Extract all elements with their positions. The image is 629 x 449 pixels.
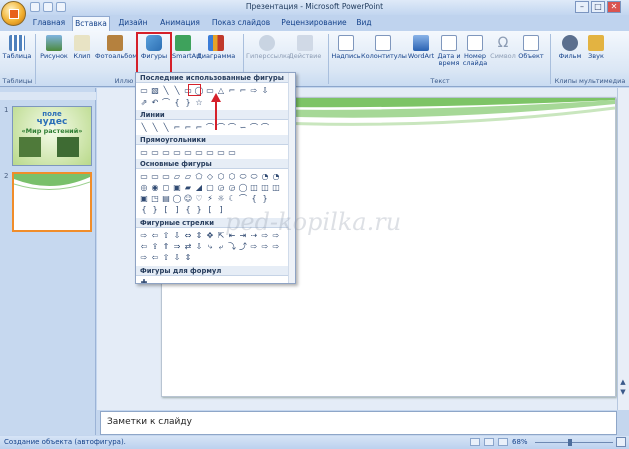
thumb-wave [13, 174, 91, 191]
wordart-button[interactable]: WordArt [405, 34, 437, 80]
group-label-media: Клипы мультимедиа [554, 77, 626, 85]
gallery-scrollbar[interactable] [288, 73, 295, 283]
zoom-level[interactable]: 68% [512, 438, 528, 446]
title-bar: Презентация - Microsoft PowerPoint – □ ✕ [0, 0, 629, 15]
shape-row[interactable]: ▭ ▧ ╲ ╲ ▭ ◯ ▭ △ ⌐ ⌐ ⇨ ⇩ [139, 86, 271, 95]
notes-field[interactable]: Заметки к слайду [100, 411, 617, 435]
clipart-icon [74, 35, 90, 51]
object-icon [523, 35, 539, 51]
group-label-tables: Таблицы [2, 77, 33, 85]
shape-row[interactable]: ⇗ ↶ ⌒{} ☆ [139, 98, 205, 107]
group-label-illustrations: Иллю [114, 77, 134, 85]
sound-button[interactable]: Звук [584, 34, 608, 80]
shapes-icon [146, 35, 162, 51]
smartart-icon [175, 35, 191, 51]
clipart-button[interactable]: Клип [70, 34, 94, 80]
movie-button[interactable]: Фильм [556, 34, 584, 80]
slide-number-icon [467, 35, 483, 51]
photo-album-icon [107, 35, 123, 51]
undo-quick-icon[interactable] [43, 2, 53, 12]
status-bar: Создание объекта (автофигура). 68% [0, 436, 629, 449]
shape-row[interactable]: ▭ ▭ ▭ ▱ ▱ ⬠ ◇ ⬡ ⬡ ⬭ ⬭ ◔ ◔ [139, 172, 282, 181]
tab-slideshow[interactable]: Показ слайдов [210, 16, 272, 31]
film-icon [562, 35, 578, 51]
table-button[interactable]: Таблица [2, 34, 32, 80]
tab-home[interactable]: Главная [30, 16, 68, 31]
slide-number: 1 [4, 106, 9, 114]
thumb-photo-2 [57, 137, 79, 157]
vertical-scrollbar[interactable] [617, 88, 629, 410]
section-equation-shapes: Фигуры для формул [136, 266, 295, 276]
slide-number-button[interactable]: Номер слайда [461, 34, 489, 80]
thumb-title-big: чудес [36, 117, 68, 127]
shape-row[interactable]: ◎ ◉ ◻ ▣ ▰ ◢ ▢ ◶ ◶ ◯ ◫ ◫ ◫ [139, 183, 282, 192]
picture-icon [46, 35, 62, 51]
tab-design[interactable]: Дизайн [115, 16, 151, 31]
section-rectangles: Прямоугольники [136, 135, 295, 145]
window-title: Презентация - Microsoft PowerPoint [245, 2, 384, 11]
zoom-slider[interactable] [535, 442, 613, 443]
next-slide-icon[interactable]: ▼ [618, 388, 628, 396]
maximize-button[interactable]: □ [591, 1, 605, 13]
sorter-view-icon[interactable] [484, 438, 494, 446]
calendar-icon [441, 35, 457, 51]
section-basic-shapes: Основные фигуры [136, 159, 295, 169]
shape-row[interactable]: ▭ ▭ ▭ ▭ ▭ ▭ ▭ ▭ ▭ [139, 148, 238, 157]
group-separator [35, 34, 36, 84]
chart-icon [208, 35, 224, 51]
slide-thumbnail-2[interactable] [12, 172, 92, 232]
header-footer-icon [375, 35, 391, 51]
zoom-slider-thumb[interactable] [568, 439, 572, 446]
shape-row[interactable]: ⇦ ⇪ ⇑ ⇒ ⇄ ⇩ ⤷ ⤶ ⤵ ⤴ ⇨ ⇨ ⇨ [139, 242, 282, 251]
tab-animation[interactable]: Анимация [157, 16, 203, 31]
thumb-photo-1 [19, 137, 41, 157]
watermark: ped-kopilka.ru [225, 208, 402, 236]
save-quick-icon[interactable] [30, 2, 40, 12]
photo-album-button[interactable]: Фотоальбом [95, 34, 137, 80]
recent-rectangle-highlight [188, 84, 201, 96]
header-footer-button[interactable]: Колонтитулы [361, 34, 407, 80]
office-logo-icon [9, 9, 19, 19]
prev-slide-icon[interactable]: ▲ [618, 378, 628, 386]
group-label-text: Текст [430, 77, 450, 85]
table-icon [9, 35, 25, 51]
sound-icon [588, 35, 604, 51]
object-button[interactable]: Объект [517, 34, 545, 80]
shape-row[interactable]: ▣ ◳ ▤ ◯ ☺ ♡ ⚡ ☼ ☾ ⌒{} [139, 194, 271, 203]
shape-row[interactable]: {}[]{}[] [139, 205, 227, 214]
close-button[interactable]: ✕ [607, 1, 621, 13]
minimize-button[interactable]: – [575, 1, 589, 13]
symbol-button[interactable]: Ω Символ [489, 34, 517, 80]
tab-view[interactable]: Вид [352, 16, 376, 31]
redo-quick-icon[interactable] [56, 2, 66, 12]
slides-pane-tabs [0, 92, 96, 100]
shape-row[interactable]: ╲ ╲ ╲ ⌐ ⌐ ⌐ ⌒ ⌒ ⌒ ∽ ⌒ ⌒ [139, 123, 271, 132]
date-time-button[interactable]: Дата и время [437, 34, 461, 80]
textbox-button[interactable]: Надпись [331, 34, 361, 80]
group-separator [328, 34, 329, 84]
shape-row[interactable]: ✚ [139, 278, 150, 283]
shape-row[interactable]: ⇨ ⇦ ⇧ ⇩ ⇕ [139, 253, 194, 262]
textbox-icon [338, 35, 354, 51]
ribbon-tabs: Главная Вставка Дизайн Анимация Показ сл… [0, 15, 629, 31]
omega-icon: Ω [497, 35, 509, 51]
wordart-icon [413, 35, 429, 51]
normal-view-icon[interactable] [470, 438, 480, 446]
thumb-subtitle: «Мир растений» [21, 127, 83, 135]
action-icon [297, 35, 313, 51]
tab-review[interactable]: Рецензирование [278, 16, 350, 31]
tab-insert[interactable]: Вставка [72, 16, 110, 31]
picture-button[interactable]: Рисунок [39, 34, 69, 80]
fit-window-icon[interactable] [616, 437, 626, 447]
ribbon: Таблица Рисунок Клип Фотоальбом Фигуры S… [0, 31, 629, 87]
office-button[interactable] [1, 1, 26, 26]
status-text: Создание объекта (автофигура). [4, 438, 126, 446]
section-recent-shapes: Последние использованные фигуры [136, 73, 295, 83]
hyperlink-icon [259, 35, 275, 51]
slide-number: 2 [4, 172, 9, 180]
slide-thumbnail-1[interactable]: поле чудес «Мир растений» [12, 106, 92, 166]
slideshow-view-icon[interactable] [498, 438, 508, 446]
red-arrow-annotation [211, 93, 221, 130]
